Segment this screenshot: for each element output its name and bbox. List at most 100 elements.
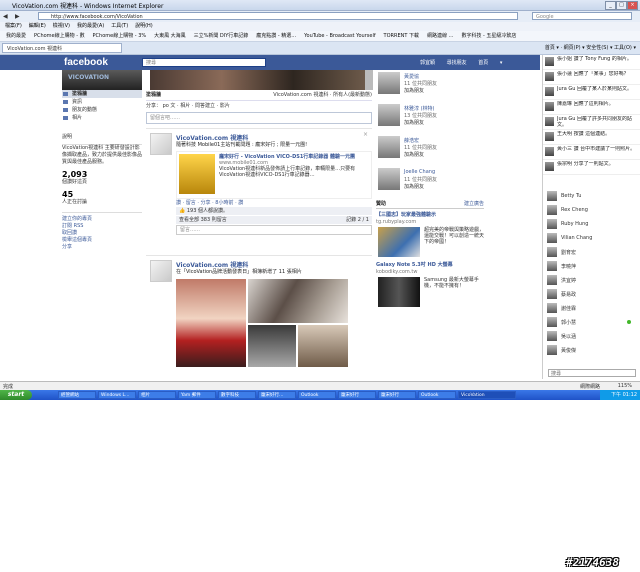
photo-thumbnail[interactable] <box>298 325 348 367</box>
post-link-preview[interactable]: 龐宋好行 - VicoVation VICO-DS1行車記錄器 體驗一元團 ww… <box>176 151 372 199</box>
likes-text[interactable]: 193 個人都說讚。 <box>187 208 228 214</box>
nav-info[interactable]: 資訊 <box>62 98 142 106</box>
nav-find-friends[interactable]: 尋找朋友 <box>447 60 467 66</box>
chat-contact[interactable]: 劉育宏 <box>543 245 640 259</box>
favorite-link[interactable]: PChome線上購物 - 數 <box>34 31 85 41</box>
taskbar-item[interactable]: Yam 郵件 <box>178 391 216 399</box>
link-create-page[interactable]: 建立你的專頁 <box>62 216 142 223</box>
link-rss[interactable]: 訂閱 RSS <box>62 223 142 230</box>
wall-filter[interactable]: VicoVation.com 視連科 · 所有人(最新動態) <box>273 90 372 100</box>
favorite-link[interactable]: TORRENT 下載 <box>384 31 419 41</box>
post-avatar[interactable] <box>150 133 172 155</box>
page-profile-picture[interactable]: VICOVATION <box>62 70 142 90</box>
menu-tools[interactable]: 工具(T) <box>111 23 128 29</box>
back-icon[interactable]: ◀ <box>3 13 8 20</box>
ad-1[interactable]: 超完美的帝戰與策略遊戲，還能交戰！可以創造一統天下的帝國！ <box>376 225 484 259</box>
link-thumbnail[interactable] <box>179 154 215 194</box>
comment-input[interactable]: 留言…… <box>176 225 372 235</box>
chat-contact[interactable]: Ruby Hung <box>543 217 640 231</box>
start-button[interactable]: start <box>0 390 32 400</box>
taskbar-item[interactable]: 龐宋好行 <box>338 391 376 399</box>
taskbar-item[interactable]: Outlook <box>298 391 336 399</box>
compose-input[interactable]: 留個言吧…… <box>146 112 372 124</box>
ticker-item[interactable]: 陳嘉琳 回應了這則相片。 <box>543 100 640 115</box>
cover-photo-strip[interactable] <box>150 70 365 90</box>
chat-contact[interactable]: 蔡易政 <box>543 287 640 301</box>
close-button[interactable]: × <box>627 1 638 10</box>
favorite-link[interactable]: YouTube - Broadcast Yourself <box>304 31 375 41</box>
command-bar[interactable]: 首頁 ▾ · 網頁(P) ▾ 安全性(S) ▾ 工具(O) ▾ <box>545 43 636 53</box>
search-input[interactable]: Google <box>532 12 632 20</box>
photo-thumbnail[interactable] <box>248 325 296 367</box>
add-friend-button[interactable]: 加為朋友 <box>404 87 424 94</box>
chat-contact[interactable]: 黃俊傑 <box>543 343 640 357</box>
taskbar-item[interactable]: Outlook <box>418 391 456 399</box>
chat-contact[interactable]: Rex Cheng <box>543 203 640 217</box>
friend-name[interactable]: Joelle Chang <box>404 169 435 175</box>
taskbar-item[interactable]: Windows L… <box>98 391 136 399</box>
facebook-search-input[interactable]: 搜尋 <box>142 58 266 67</box>
menu-help[interactable]: 說明(H) <box>135 23 153 29</box>
ticker-item[interactable]: 張小蓮 回應了「某事」您好嗎？ <box>543 70 640 85</box>
add-friend-button[interactable]: 加為朋友 <box>404 151 424 158</box>
facebook-logo[interactable]: facebook <box>64 57 108 68</box>
link-unlike[interactable]: 取回讚 <box>62 230 142 237</box>
friend-avatar[interactable] <box>378 168 400 190</box>
taskbar-item[interactable]: 龐宋好行 <box>378 391 416 399</box>
chat-contact[interactable]: Betty Tu <box>543 189 640 203</box>
nav-profile[interactable]: 郭宜穎 <box>420 60 435 66</box>
photo-thumbnail[interactable] <box>176 279 246 367</box>
nav-wall[interactable]: 塗鴉牆 <box>62 90 142 98</box>
view-comments-link[interactable]: 查看全部 383 則留言 <box>179 217 227 223</box>
nav-home[interactable]: 首頁 <box>478 60 488 66</box>
account-menu-icon[interactable]: ▾ <box>500 60 503 66</box>
nav-friend-activity[interactable]: 朋友的動態 <box>62 106 142 114</box>
forward-icon[interactable]: ▶ <box>15 13 20 20</box>
post-avatar[interactable] <box>150 260 172 282</box>
publisher-question[interactable]: 問答建立 <box>195 103 215 109</box>
post-author[interactable]: VicoVation.com 視連科 <box>176 260 372 269</box>
ticker-item[interactable]: 王大明 按讚 這個連結。 <box>543 130 640 145</box>
taskbar-item[interactable]: 龐宋好行… <box>258 391 296 399</box>
friend-name[interactable]: 林雅淳 (林特) <box>404 105 435 112</box>
ad-image[interactable] <box>378 227 420 257</box>
nav-photos[interactable]: 相片 <box>62 114 142 122</box>
friend-avatar[interactable] <box>378 104 400 126</box>
link-report[interactable]: 檢舉這個專頁 <box>62 237 142 244</box>
favorite-link[interactable]: 三立%新聞 DIY行車記錄 <box>194 31 249 41</box>
ad-image[interactable] <box>378 277 420 307</box>
mutual-friends[interactable]: 11 位共同朋友 <box>404 144 437 151</box>
chat-contact[interactable]: 李曉萍 <box>543 259 640 273</box>
ticker-item[interactable]: Jura Gu 回覆了某人於某則貼文。 <box>543 85 640 100</box>
zoom-level[interactable]: 115% <box>618 383 632 389</box>
ad-title[interactable]: 【三國志】玩家最強體驗示 <box>376 212 484 219</box>
favorite-link[interactable]: 數字科技 - 五星級冷飲店 <box>461 31 516 41</box>
chat-contact[interactable]: 郭小慧 <box>543 315 640 329</box>
address-input[interactable]: http://www.facebook.com/VicoVation <box>38 12 518 20</box>
chat-contact[interactable]: 洪宜婷 <box>543 273 640 287</box>
mutual-friends[interactable]: 11 位共同朋友 <box>404 80 437 87</box>
friend-avatar[interactable] <box>378 136 400 158</box>
friend-name[interactable]: 薛浩宏 <box>404 137 419 144</box>
chat-contact[interactable]: 吳以涵 <box>543 329 640 343</box>
ad-title[interactable]: Galaxy Note 5.3吋 HD 大螢幕 <box>376 262 484 269</box>
post-close-icon[interactable]: × <box>363 131 368 138</box>
favorite-link[interactable]: PChome線上購物 - 3% <box>93 31 147 41</box>
add-friend-button[interactable]: 加為朋友 <box>404 183 424 190</box>
chat-search-input[interactable]: 搜尋 <box>548 369 636 377</box>
taskbar-item[interactable]: 經營網站 <box>58 391 96 399</box>
ticker-item[interactable]: Jura Gu 回覆了許多共同朋友的貼文。 <box>543 115 640 130</box>
publisher-photo[interactable]: 相片 <box>180 103 190 109</box>
menu-favorites[interactable]: 我的最愛(A) <box>77 23 104 29</box>
ad-2[interactable]: Samsung 最新大螢幕手機，不能不擁有！ <box>376 275 484 309</box>
create-ad-link[interactable]: 建立廣告 <box>464 200 484 208</box>
favorites-button[interactable]: 我的最愛 <box>6 31 26 41</box>
ticker-item[interactable]: 張小姐 讚了 Tony Fung 的相片。 <box>543 55 640 70</box>
minimize-button[interactable]: _ <box>605 1 616 10</box>
favorite-link[interactable]: 龐克點讚 - 精選… <box>256 31 296 41</box>
taskbar-item[interactable]: 數字科技 <box>218 391 256 399</box>
friend-name[interactable]: 黃愛協 <box>404 73 419 80</box>
ticker-item[interactable]: 張宗明 分享了一則貼文。 <box>543 160 640 175</box>
menu-edit[interactable]: 編輯(E) <box>29 23 46 29</box>
publisher-video[interactable]: 影片 <box>220 103 230 109</box>
